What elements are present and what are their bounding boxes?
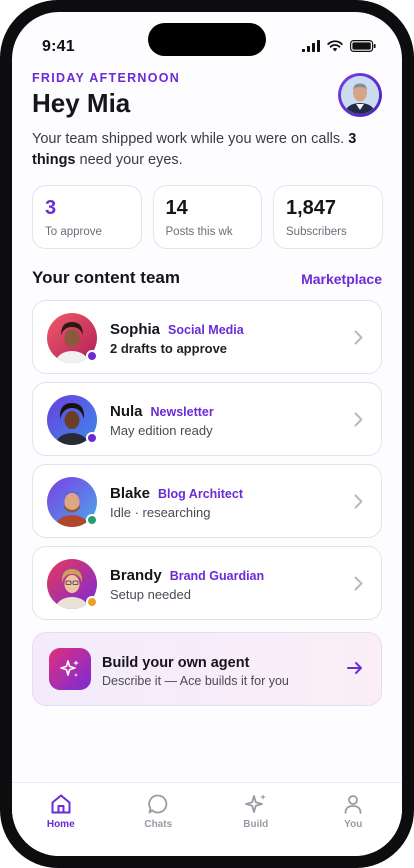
tab-chats[interactable]: Chats bbox=[110, 783, 208, 856]
agent-name-row: Sophia Social Media bbox=[110, 321, 244, 338]
tab-label: You bbox=[344, 819, 363, 830]
chat-bubble-icon bbox=[148, 794, 168, 814]
chevron-right-icon bbox=[354, 330, 363, 345]
stat-card-posts[interactable]: 14 Posts this wk bbox=[152, 185, 262, 249]
agent-name: Brandy bbox=[110, 567, 162, 584]
stat-value: 1,847 bbox=[286, 197, 337, 219]
stat-label: Posts this wk bbox=[165, 226, 233, 238]
agent-role: Brand Guardian bbox=[169, 569, 265, 583]
status-icons bbox=[302, 40, 376, 52]
wifi-icon bbox=[327, 40, 343, 52]
agent-status: 2 drafts to approve bbox=[110, 341, 228, 356]
agent-name-row: Blake Blog Architect bbox=[110, 485, 243, 502]
chevron-right-icon bbox=[354, 494, 363, 509]
signal-icon bbox=[302, 40, 320, 52]
agent-avatar bbox=[47, 395, 98, 445]
stat-label: To approve bbox=[45, 226, 102, 238]
greeting-kicker: FRIDAY AFTERNOON bbox=[32, 71, 181, 85]
screen: 9:41 FRIDAY AFTERNOON Hey Mia Your team … bbox=[12, 12, 402, 856]
greeting-title: Hey Mia bbox=[32, 88, 131, 118]
dynamic-island bbox=[148, 23, 266, 56]
sparkles-icon bbox=[244, 794, 266, 813]
person-icon bbox=[344, 795, 362, 814]
agent-card-blake[interactable]: Blake Blog Architect Idle · researching bbox=[32, 464, 382, 538]
stat-value: 3 bbox=[45, 197, 57, 219]
agent-name: Nula bbox=[110, 403, 143, 420]
presence-dot bbox=[86, 596, 98, 608]
arrow-right-icon bbox=[347, 662, 362, 674]
stat-label: Subscribers bbox=[286, 226, 347, 238]
stat-card-to-approve[interactable]: 3 To approve bbox=[32, 185, 142, 249]
agent-list: Sophia Social Media 2 drafts to approve bbox=[32, 300, 382, 628]
agent-name: Blake bbox=[110, 485, 151, 502]
chevron-right-icon bbox=[354, 412, 363, 427]
chevron-right-icon bbox=[354, 576, 363, 591]
presence-dot bbox=[86, 432, 98, 444]
intro-suffix: need your eyes. bbox=[75, 152, 183, 168]
tab-bar: Home Chats Build You bbox=[12, 782, 402, 856]
stat-card-subscribers[interactable]: 1,847 Subscribers bbox=[273, 185, 383, 249]
presence-dot bbox=[86, 514, 98, 526]
user-avatar[interactable] bbox=[338, 73, 382, 117]
agent-status: Setup needed bbox=[110, 587, 191, 602]
stat-value: 14 bbox=[165, 197, 188, 219]
agent-name-row: Nula Newsletter bbox=[110, 403, 214, 420]
agent-status: Idle · researching bbox=[110, 505, 211, 520]
build-card-title: Build your own agent bbox=[102, 655, 250, 671]
agent-name-row: Brandy Brand Guardian bbox=[110, 567, 264, 584]
agent-avatar bbox=[47, 559, 98, 609]
section-title: Your content team bbox=[32, 268, 180, 287]
tab-you[interactable]: You bbox=[305, 783, 403, 856]
agent-card-brandy[interactable]: Brandy Brand Guardian Setup needed bbox=[32, 546, 382, 620]
marketplace-link[interactable]: Marketplace bbox=[301, 271, 382, 287]
home-icon bbox=[51, 794, 71, 814]
agent-role: Newsletter bbox=[150, 405, 214, 419]
agent-card-nula[interactable]: Nula Newsletter May edition ready bbox=[32, 382, 382, 456]
battery-icon bbox=[350, 40, 376, 52]
agent-avatar bbox=[47, 313, 98, 363]
sparkles-icon bbox=[49, 648, 91, 690]
phone-frame: 9:41 FRIDAY AFTERNOON Hey Mia Your team … bbox=[0, 0, 414, 868]
stats-row: 3 To approve 14 Posts this wk 1,847 Subs… bbox=[32, 185, 383, 249]
build-agent-card[interactable]: Build your own agent Describe it — Ace b… bbox=[32, 632, 382, 706]
status-time: 9:41 bbox=[42, 38, 75, 55]
agent-role: Blog Architect bbox=[158, 487, 243, 501]
tab-label: Home bbox=[46, 819, 75, 830]
agent-name: Sophia bbox=[110, 321, 161, 338]
intro-text: Your team shipped work while you were on… bbox=[32, 129, 382, 171]
intro-prefix: Your team shipped work while you were on… bbox=[32, 131, 349, 147]
tab-home[interactable]: Home bbox=[12, 783, 110, 856]
agent-card-sophia[interactable]: Sophia Social Media 2 drafts to approve bbox=[32, 300, 382, 374]
agent-avatar bbox=[47, 477, 98, 527]
tab-build[interactable]: Build bbox=[207, 783, 305, 856]
agent-role: Social Media bbox=[168, 323, 244, 337]
tab-label: Chats bbox=[144, 819, 173, 830]
tab-label: Build bbox=[243, 819, 269, 830]
build-card-subtitle: Describe it — Ace builds it for you bbox=[102, 674, 289, 688]
presence-dot bbox=[86, 350, 98, 362]
agent-status: May edition ready bbox=[110, 423, 213, 438]
